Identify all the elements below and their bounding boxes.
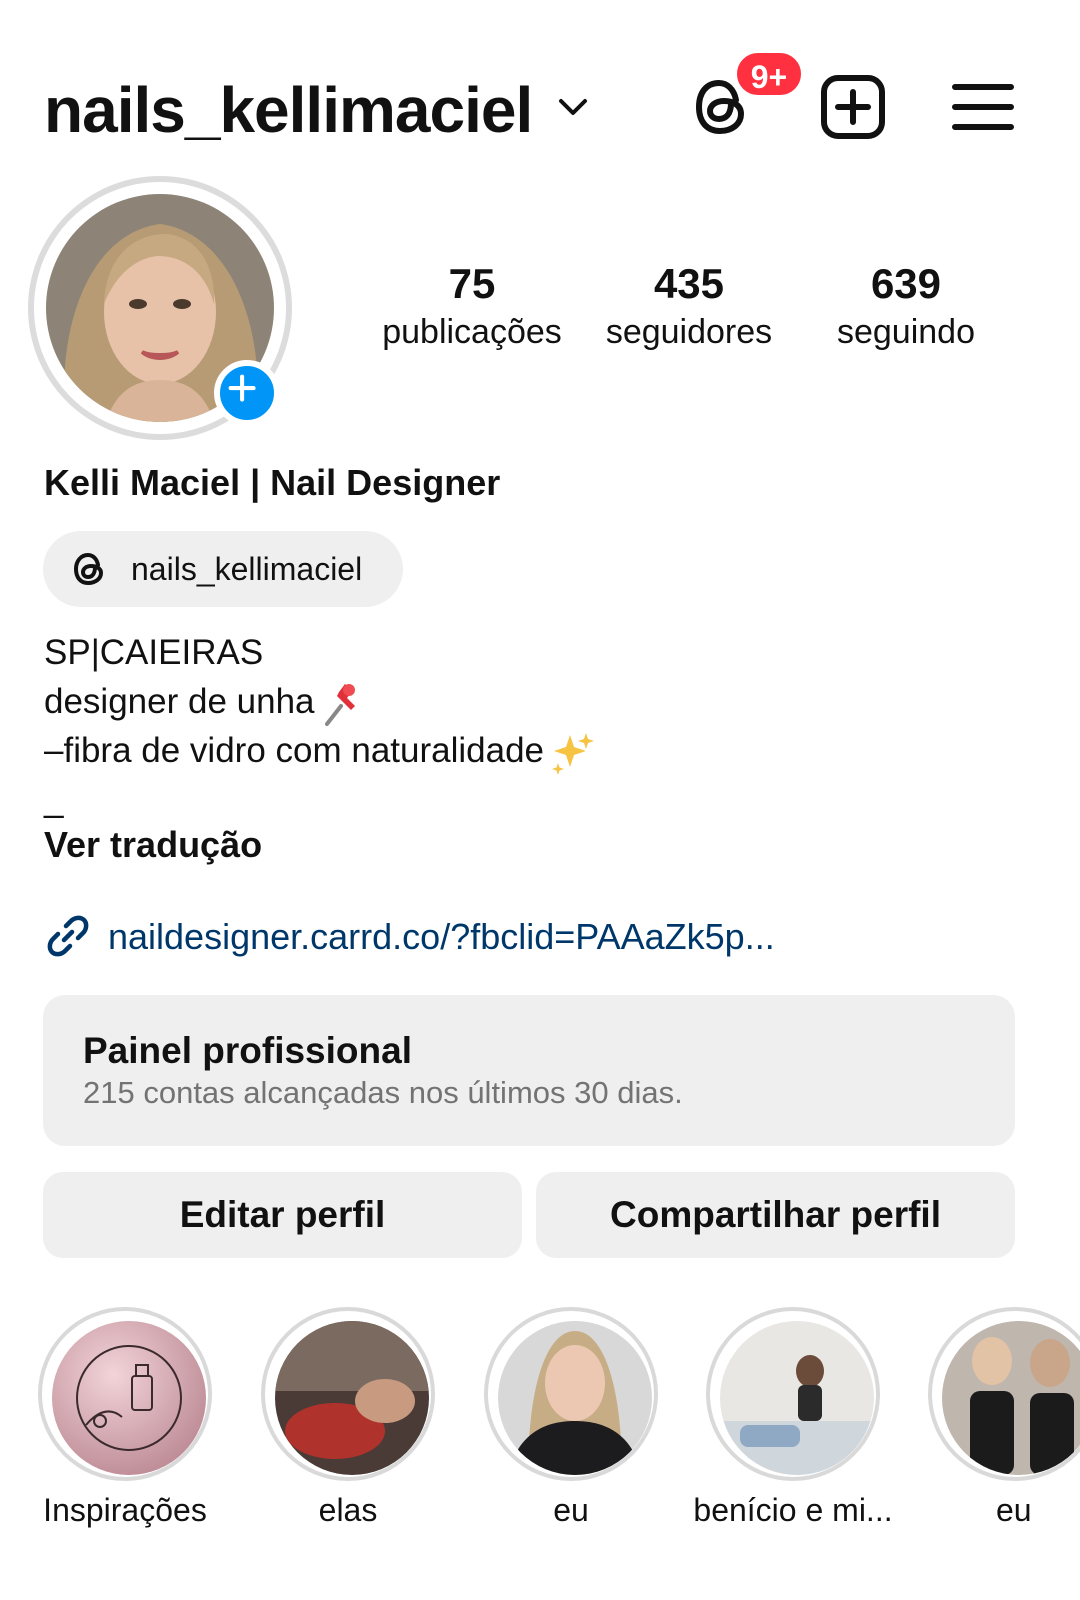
pushpin-icon [324,683,355,726]
highlight-benicio[interactable] [706,1307,880,1481]
threads-icon [73,552,104,586]
threads-profile-chip[interactable]: nails_kellimaciel [43,531,403,607]
notification-badge: 9+ [734,50,804,98]
highlight-label: elas [318,1492,378,1528]
dashboard-title: Painel profissional [83,1030,412,1071]
bio-line: designer de unha [44,682,315,721]
highlight-cover [52,1321,206,1475]
create-icon[interactable] [818,72,888,142]
posts-count[interactable]: 75 publicações [372,258,572,354]
following-count[interactable]: 639 seguindo [806,258,1006,354]
professional-dashboard[interactable]: Painel profissional 215 contas alcançada… [43,995,1015,1146]
highlight-cover [942,1321,1080,1475]
highlight-label: eu [553,1492,589,1528]
menu-icon[interactable] [948,72,1018,142]
profile-website-link[interactable]: naildesigner.carrd.co/?fbclid=PAAaZk5p..… [108,914,775,960]
highlight-eu[interactable] [484,1307,658,1481]
share-profile-button[interactable]: Compartilhar perfil [536,1172,1015,1258]
bio-line: _ [44,780,64,819]
threads-handle: nails_kellimaciel [131,551,363,587]
add-story-button[interactable] [214,360,280,426]
highlight-cover [275,1321,429,1475]
highlight-label: benício e mi... [693,1492,893,1528]
chevron-down-icon[interactable] [556,92,590,122]
highlight-label: eu [996,1492,1032,1528]
link-icon [47,915,89,957]
highlight-inspiracoes[interactable] [38,1307,212,1481]
bio-line: SP|CAIEIRAS [44,633,264,672]
profile-bio: SP|CAIEIRAS designer de unha –fibra de v… [44,628,596,824]
highlight-label: Inspirações [43,1492,207,1528]
see-translation-link[interactable]: Ver tradução [44,822,262,868]
edit-profile-button[interactable]: Editar perfil [43,1172,522,1258]
highlight-cover [720,1321,874,1475]
highlight-cover [498,1321,652,1475]
followers-count[interactable]: 435 seguidores [589,258,789,354]
profile-username[interactable]: nails_kellimaciel [44,70,533,150]
profile-full-name: Kelli Maciel | Nail Designer [44,462,501,503]
highlight-elas[interactable] [261,1307,435,1481]
bio-line: –fibra de vidro com naturalidade [44,731,545,770]
dashboard-subtitle: 215 contas alcançadas nos últimos 30 dia… [83,1075,683,1110]
highlight-eu-2[interactable] [928,1307,1080,1481]
sparkles-icon [552,732,595,775]
